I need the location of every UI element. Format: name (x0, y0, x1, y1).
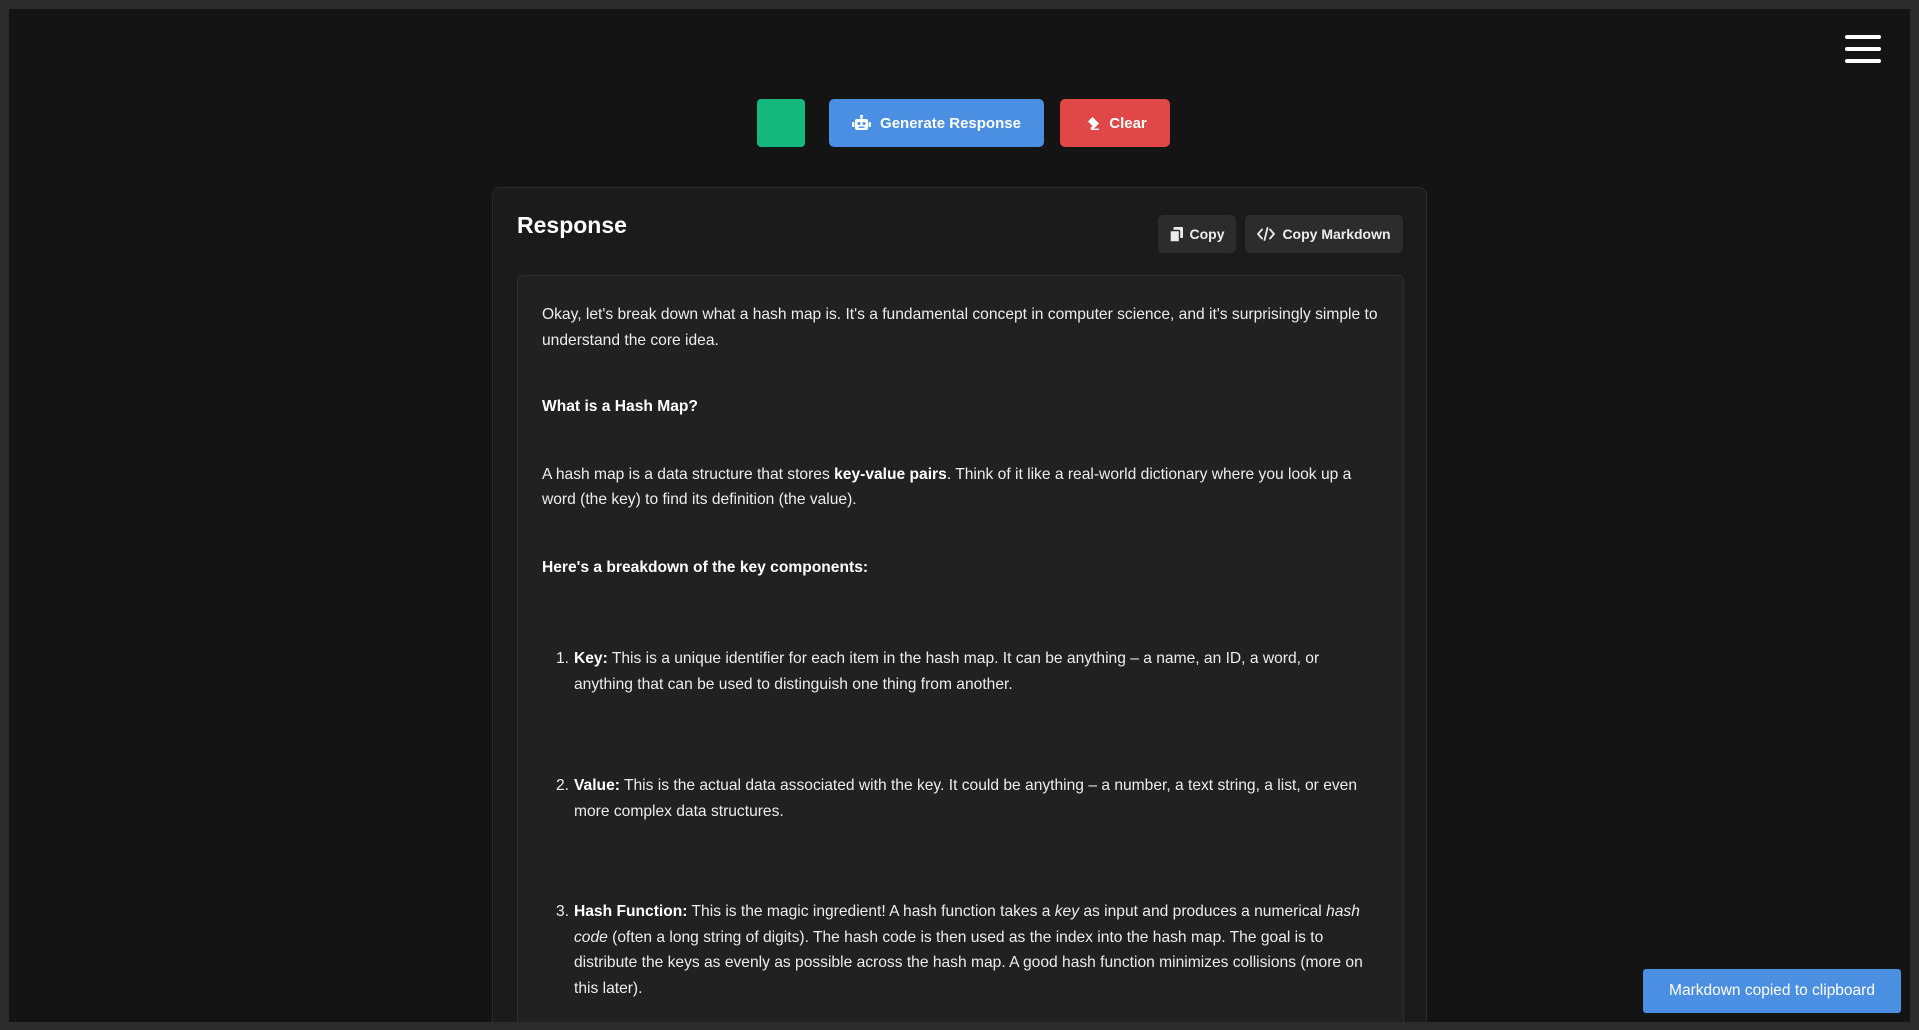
robot-icon (852, 115, 872, 131)
response-content: Okay, let's break down what a hash map i… (517, 275, 1404, 1022)
copy-label: Copy (1189, 226, 1225, 242)
eraser-icon (1083, 116, 1100, 130)
definition-paragraph: A hash map is a data structure that stor… (542, 465, 1352, 509)
green-action-button[interactable] (757, 99, 805, 147)
hamburger-menu-icon[interactable] (1845, 35, 1881, 63)
response-title: Response (517, 212, 627, 238)
section-heading: What is a Hash Map? (542, 398, 698, 415)
copy-icon (1169, 226, 1183, 242)
copy-button[interactable]: Copy (1158, 215, 1236, 253)
toast-notification: Markdown copied to clipboard (1643, 969, 1901, 1013)
generate-response-label: Generate Response (880, 114, 1021, 132)
components-heading: Here's a breakdown of the key components… (542, 558, 869, 576)
generate-response-button[interactable]: Generate Response (829, 99, 1044, 147)
response-card: Response Copy Copy Markdown Okay, let's … (492, 187, 1427, 1022)
app-window: Generate Response Clear Response Copy Co… (9, 9, 1910, 1022)
code-icon (1257, 227, 1276, 241)
copy-markdown-button[interactable]: Copy Markdown (1245, 215, 1403, 253)
copy-markdown-label: Copy Markdown (1282, 226, 1391, 242)
clear-label: Clear (1109, 114, 1147, 132)
intro-paragraph: Okay, let's break down what a hash map i… (542, 306, 1378, 349)
clear-button[interactable]: Clear (1060, 99, 1170, 147)
